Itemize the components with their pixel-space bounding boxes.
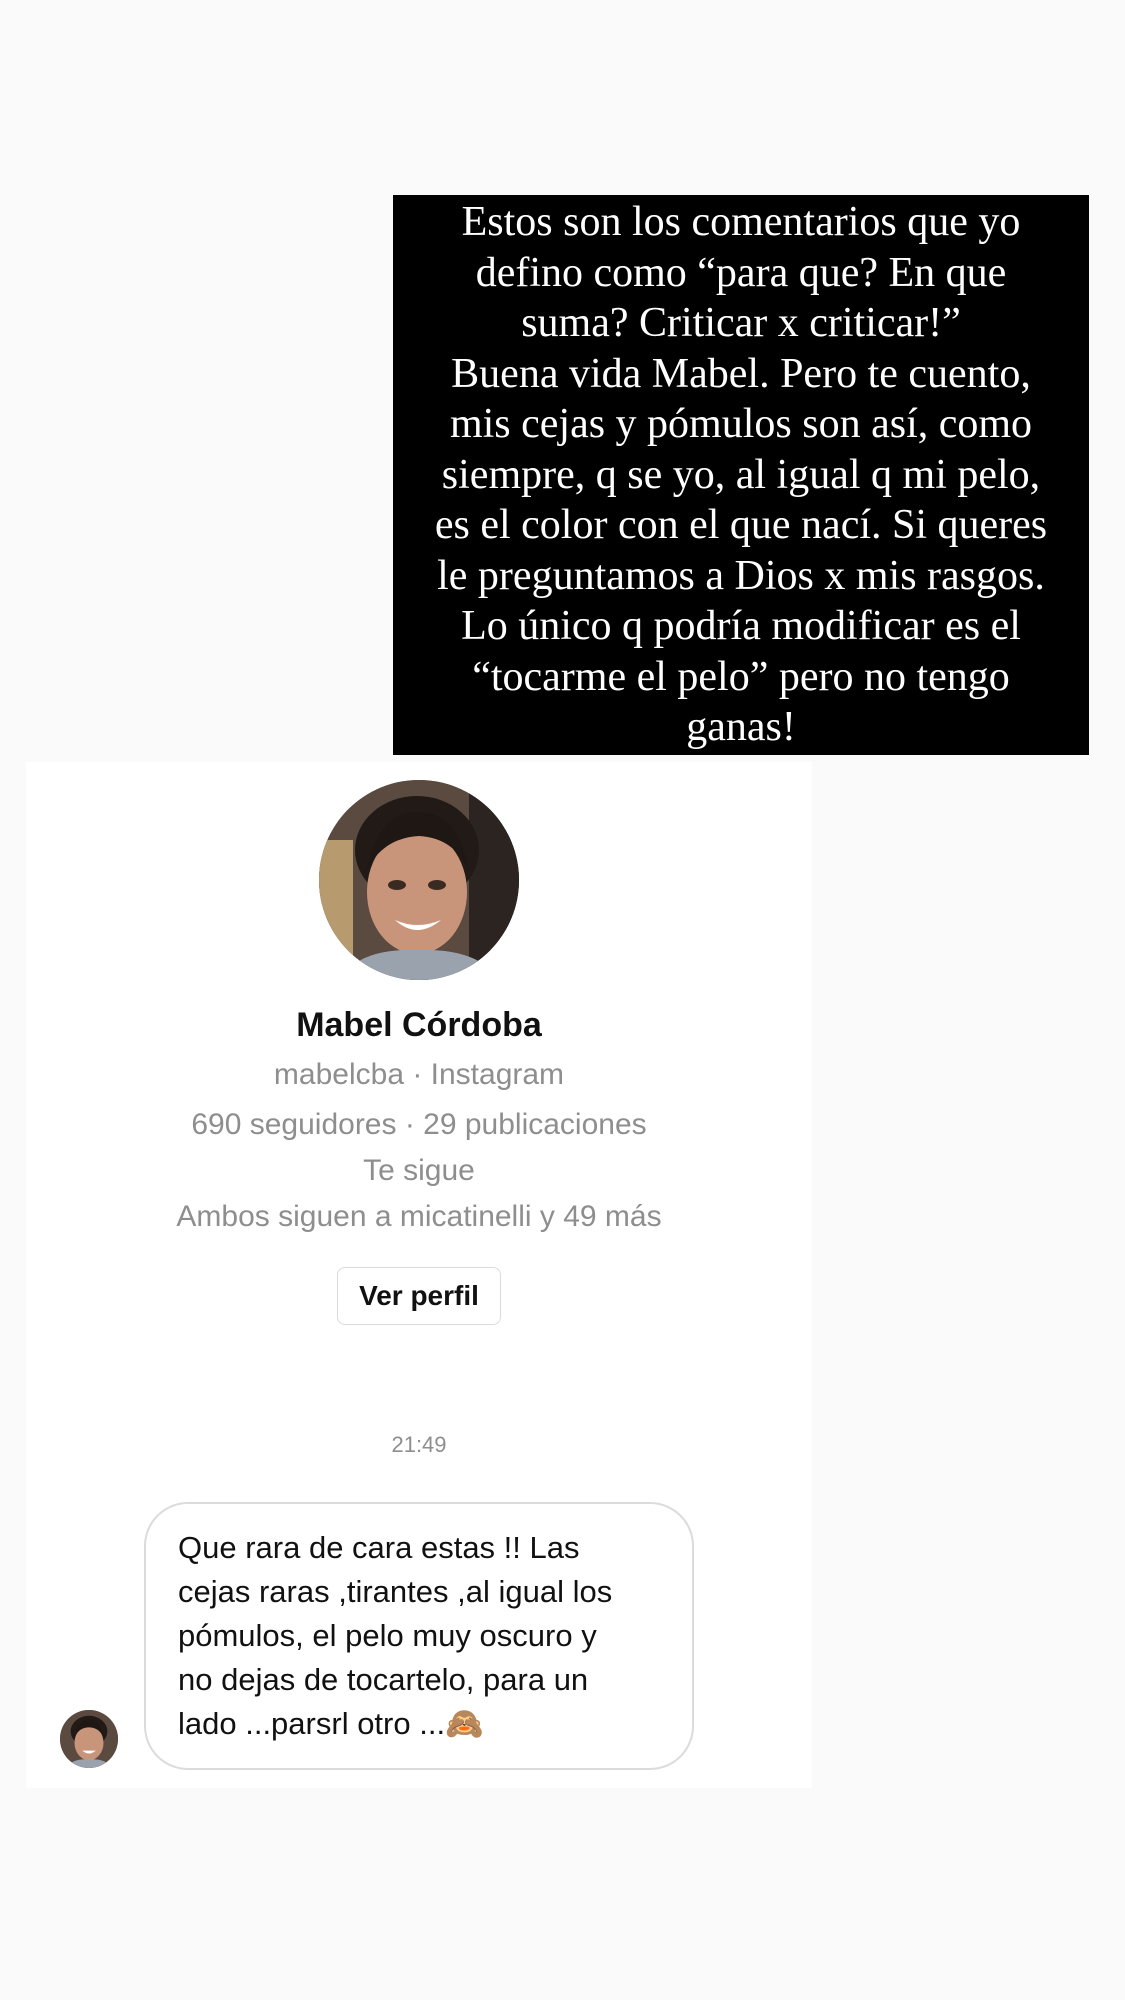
message-bubble[interactable]: Que rara de cara estas !! Las cejas rara…	[144, 1502, 694, 1770]
message-text: Que rara de cara estas !! Las cejas rara…	[178, 1530, 613, 1741]
sender-photo-icon	[60, 1710, 118, 1768]
dm-screenshot-card: Mabel Córdoba mabelcba · Instagram 690 s…	[26, 762, 812, 1788]
profile-avatar[interactable]	[319, 780, 519, 980]
monkey-emoji-icon: 🙈	[445, 1706, 484, 1741]
profile-handle: mabelcba · Instagram	[273, 1058, 565, 1091]
profile-name: Mabel Córdoba	[296, 1006, 542, 1044]
sender-avatar[interactable]	[60, 1710, 118, 1768]
view-profile-button[interactable]: Ver perfil	[337, 1267, 501, 1325]
follows-you-label: Te sigue	[363, 1154, 475, 1187]
profile-stats: 690 seguidores · 29 publicaciones	[191, 1108, 647, 1141]
profile-photo-icon	[319, 780, 519, 980]
mutual-followers: Ambos siguen a micatinelli y 49 más	[176, 1200, 662, 1233]
message-timestamp: 21:49	[391, 1432, 447, 1457]
story-caption: Estos son los comentarios que yo defino …	[393, 195, 1089, 755]
